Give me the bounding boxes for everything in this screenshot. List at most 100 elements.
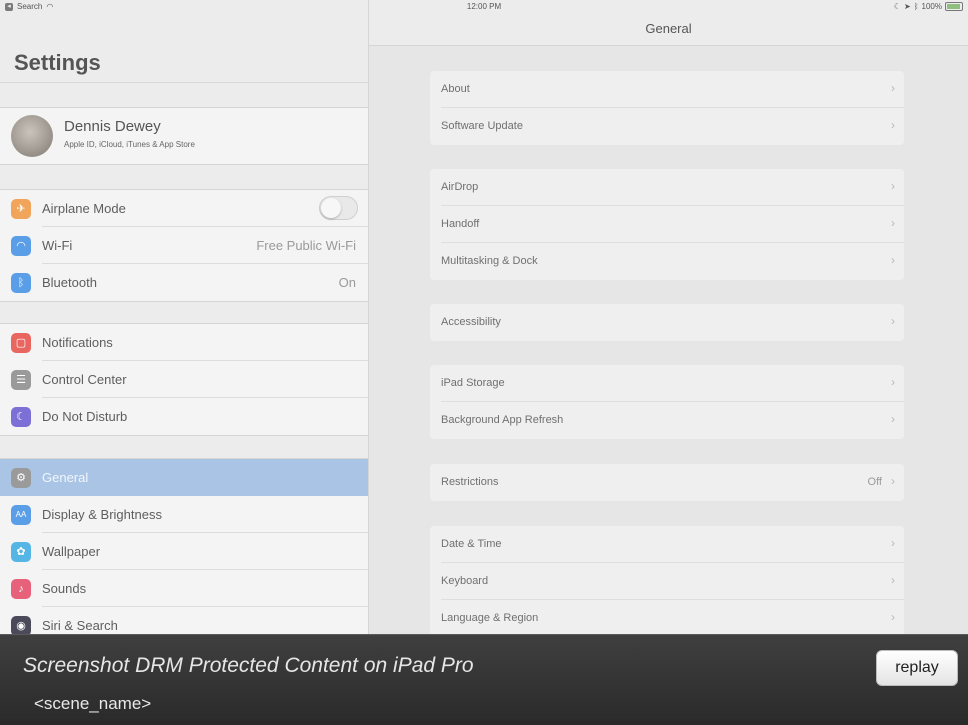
bluetooth-icon: ᛒ — [11, 273, 31, 293]
profile-name: Dennis Dewey — [64, 118, 161, 135]
page-title: General — [369, 21, 968, 36]
battery-percent: 100% — [922, 2, 942, 11]
chevron-right-icon: › — [891, 314, 895, 328]
battery-icon — [945, 2, 963, 11]
chevron-right-icon: › — [891, 573, 895, 587]
row-about[interactable]: About › — [430, 71, 904, 108]
sidebar-item-bluetooth[interactable]: ᛒ Bluetooth On — [0, 264, 368, 301]
chevron-right-icon: › — [891, 412, 895, 426]
row-label: Multitasking & Dock — [441, 255, 538, 267]
row-label: About — [441, 83, 470, 95]
avatar — [11, 115, 53, 157]
row-label: Accessibility — [441, 316, 501, 328]
profile-row[interactable]: Dennis Dewey Apple ID, iCloud, iTunes & … — [0, 108, 368, 164]
wifi-network-value: Free Public Wi-Fi — [256, 238, 356, 253]
status-time: 12:00 PM — [0, 2, 968, 11]
chevron-right-icon: › — [891, 474, 895, 488]
notifications-group: ▢ Notifications ☰ Control Center ☾ Do No… — [0, 323, 368, 436]
row-label: Restrictions — [441, 476, 498, 488]
sidebar-item-notifications[interactable]: ▢ Notifications — [0, 324, 368, 361]
sidebar-item-label: Control Center — [42, 372, 127, 387]
chevron-right-icon: › — [891, 216, 895, 230]
location-icon: ➤ — [904, 2, 911, 11]
row-label: Software Update — [441, 120, 523, 132]
sidebar-item-general[interactable]: ⚙ General — [0, 459, 368, 496]
general-group: ⚙ General AA Display & Brightness ✿ Wall… — [0, 458, 368, 645]
row-software-update[interactable]: Software Update › — [430, 108, 904, 145]
sidebar-item-wifi[interactable]: ◠ Wi-Fi Free Public Wi-Fi — [0, 227, 368, 264]
row-language-region[interactable]: Language & Region › — [430, 600, 904, 637]
profile-subtitle: Apple ID, iCloud, iTunes & App Store — [64, 140, 195, 149]
sidebar-item-label: Airplane Mode — [42, 201, 126, 216]
connectivity-group: ✈ Airplane Mode ◠ Wi-Fi Free Public Wi-F… — [0, 189, 368, 302]
sidebar-item-label: Bluetooth — [42, 275, 97, 290]
row-date-time[interactable]: Date & Time › — [430, 526, 904, 563]
chevron-right-icon: › — [891, 610, 895, 624]
sidebar-item-do-not-disturb[interactable]: ☾ Do Not Disturb — [0, 398, 368, 435]
wifi-icon: ◠ — [11, 236, 31, 256]
moon-status-icon: ☾ — [894, 2, 901, 11]
sidebar-item-label: Display & Brightness — [42, 507, 162, 522]
airplane-mode-toggle[interactable] — [319, 196, 358, 220]
row-label: AirDrop — [441, 181, 478, 193]
row-keyboard[interactable]: Keyboard › — [430, 563, 904, 600]
sounds-icon: ♪ — [11, 579, 31, 599]
restrictions-group: Restrictions Off › — [430, 464, 904, 501]
status-right: ☾ ➤ ᛒ 100% — [894, 2, 963, 11]
sidebar-item-sounds[interactable]: ♪ Sounds — [0, 570, 368, 607]
siri-icon: ◉ — [11, 616, 31, 636]
row-ipad-storage[interactable]: iPad Storage › — [430, 365, 904, 402]
row-label: Handoff — [441, 218, 479, 230]
about-group: About › Software Update › — [430, 71, 904, 145]
chevron-right-icon: › — [891, 536, 895, 550]
chevron-right-icon: › — [891, 253, 895, 267]
bluetooth-value: On — [339, 275, 356, 290]
sidebar-item-label: Do Not Disturb — [42, 409, 127, 424]
airplane-icon: ✈ — [11, 199, 31, 219]
chevron-right-icon: › — [891, 118, 895, 132]
airdrop-group: AirDrop › Handoff › Multitasking & Dock … — [430, 169, 904, 280]
control-center-icon: ☰ — [11, 370, 31, 390]
general-detail-pane: General About › Software Update › AirDro… — [369, 0, 968, 724]
row-label: iPad Storage — [441, 377, 505, 389]
row-label: Date & Time — [441, 538, 502, 550]
row-multitasking-dock[interactable]: Multitasking & Dock › — [430, 243, 904, 280]
chevron-right-icon: › — [891, 375, 895, 389]
date-time-group: Date & Time › Keyboard › Language & Regi… — [430, 526, 904, 637]
row-handoff[interactable]: Handoff › — [430, 206, 904, 243]
scene-name: <scene_name> — [34, 694, 151, 714]
accessibility-group: Accessibility › — [430, 304, 904, 341]
restrictions-value: Off — [868, 476, 882, 488]
row-background-app-refresh[interactable]: Background App Refresh › — [430, 402, 904, 439]
row-restrictions[interactable]: Restrictions Off › — [430, 464, 904, 501]
divider — [0, 82, 368, 83]
wallpaper-icon: ✿ — [11, 542, 31, 562]
drm-overlay-bar: Screenshot DRM Protected Content on iPad… — [0, 634, 968, 725]
bluetooth-status-icon: ᛒ — [914, 2, 919, 11]
display-icon: AA — [11, 505, 31, 525]
gear-icon: ⚙ — [11, 468, 31, 488]
sidebar-item-label: Sounds — [42, 581, 86, 596]
status-bar: ◂ Search ◠ 12:00 PM ☾ ➤ ᛒ 100% — [0, 0, 968, 14]
sidebar-item-control-center[interactable]: ☰ Control Center — [0, 361, 368, 398]
row-label: Language & Region — [441, 612, 538, 624]
sidebar-item-label: Wallpaper — [42, 544, 100, 559]
sidebar-item-label: General — [42, 470, 88, 485]
chevron-right-icon: › — [891, 81, 895, 95]
settings-sidebar: Settings Dennis Dewey Apple ID, iCloud, … — [0, 0, 369, 724]
sidebar-item-airplane-mode[interactable]: ✈ Airplane Mode — [0, 190, 368, 227]
row-airdrop[interactable]: AirDrop › — [430, 169, 904, 206]
sidebar-item-label: Notifications — [42, 335, 113, 350]
profile-group: Dennis Dewey Apple ID, iCloud, iTunes & … — [0, 107, 368, 165]
sidebar-item-label: Wi-Fi — [42, 238, 72, 253]
row-label: Background App Refresh — [441, 414, 563, 426]
sidebar-item-label: Siri & Search — [42, 618, 118, 633]
overlay-title: Screenshot DRM Protected Content on iPad… — [23, 654, 474, 678]
sidebar-item-display-brightness[interactable]: AA Display & Brightness — [0, 496, 368, 533]
storage-group: iPad Storage › Background App Refresh › — [430, 365, 904, 439]
moon-icon: ☾ — [11, 407, 31, 427]
row-accessibility[interactable]: Accessibility › — [430, 304, 904, 341]
sidebar-title: Settings — [14, 50, 101, 76]
replay-button[interactable]: replay — [876, 650, 958, 686]
sidebar-item-wallpaper[interactable]: ✿ Wallpaper — [0, 533, 368, 570]
